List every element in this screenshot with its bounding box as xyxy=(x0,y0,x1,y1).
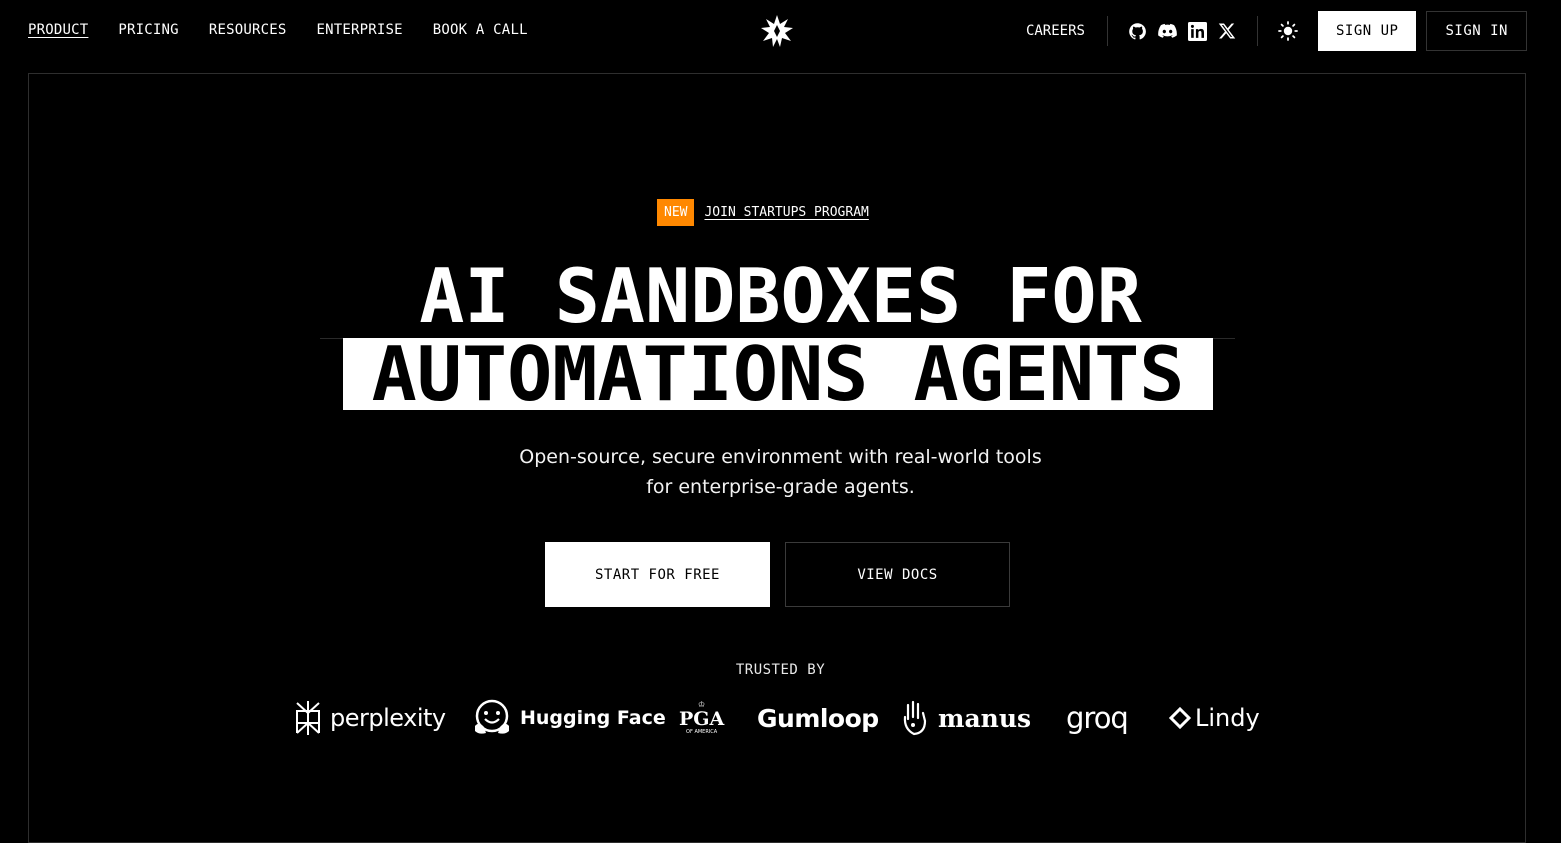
perplexity-logo: perplexity xyxy=(294,695,446,741)
lindy-diamond-icon xyxy=(1169,707,1191,729)
nav-right: CAREERS SIGN UP SIGN IN xyxy=(1026,11,1527,51)
divider xyxy=(1106,16,1108,46)
discord-icon[interactable] xyxy=(1158,22,1177,41)
customer-logos: perplexity Hugging Face ♔ PGA OF AMERICA… xyxy=(0,695,1561,741)
manus-logo: manus xyxy=(900,695,1031,741)
pga-wordmark: PGA xyxy=(679,707,725,730)
start-for-free-button[interactable]: START FOR FREE xyxy=(545,542,770,607)
subtitle-line-2: for enterprise-grade agents. xyxy=(646,476,915,498)
trusted-by-label: TRUSTED BY xyxy=(735,662,826,678)
manus-hand-icon xyxy=(903,700,927,736)
sign-up-button[interactable]: SIGN UP xyxy=(1317,11,1417,51)
headline-line-2: AUTOMATIONS AGENTS xyxy=(371,330,1185,418)
groq-wordmark: groq xyxy=(1066,701,1129,735)
nav-links: PRODUCT PRICING RESOURCES ENTERPRISE BOO… xyxy=(28,22,528,38)
new-badge: NEW xyxy=(657,199,695,226)
x-icon[interactable] xyxy=(1218,22,1237,41)
pga-logo: ♔ PGA OF AMERICA xyxy=(679,695,724,741)
lindy-logo: Lindy xyxy=(1169,695,1260,741)
brand-logo-icon[interactable] xyxy=(760,14,794,48)
divider xyxy=(1256,16,1258,46)
perplexity-icon xyxy=(296,701,320,735)
hugging-face-logo: Hugging Face xyxy=(472,695,666,741)
gumloop-logo: Gumloop xyxy=(757,695,879,741)
view-docs-button[interactable]: VIEW DOCS xyxy=(785,542,1010,607)
nav-link-enterprise[interactable]: ENTERPRISE xyxy=(316,22,402,38)
groq-logo: groq xyxy=(1066,695,1129,741)
nav-link-product[interactable]: PRODUCT xyxy=(28,22,88,38)
manus-wordmark: manus xyxy=(938,703,1032,733)
nav-link-pricing[interactable]: PRICING xyxy=(118,22,178,38)
top-nav: PRODUCT PRICING RESOURCES ENTERPRISE BOO… xyxy=(0,0,1561,62)
github-icon[interactable] xyxy=(1128,22,1147,41)
startups-program-link[interactable]: JOIN STARTUPS PROGRAM xyxy=(704,205,868,220)
hugging-face-wordmark: Hugging Face xyxy=(520,707,666,729)
sign-in-button[interactable]: SIGN IN xyxy=(1426,11,1527,51)
lindy-wordmark: Lindy xyxy=(1195,704,1260,732)
announcement-banner: NEW JOIN STARTUPS PROGRAM xyxy=(657,199,869,226)
subtitle-line-1: Open-source, secure environment with rea… xyxy=(519,446,1042,468)
sun-icon[interactable] xyxy=(1278,21,1298,41)
headline-line-1: AI SANDBOXES FOR xyxy=(419,252,1142,340)
pga-subtext: OF AMERICA xyxy=(686,728,718,735)
gumloop-wordmark: Gumloop xyxy=(757,703,879,733)
perplexity-wordmark: perplexity xyxy=(330,704,446,732)
social-links xyxy=(1128,21,1237,41)
nav-link-careers[interactable]: CAREERS xyxy=(1026,23,1085,39)
hugging-face-icon xyxy=(475,699,509,734)
nav-link-resources[interactable]: RESOURCES xyxy=(209,22,287,38)
linkedin-icon[interactable] xyxy=(1187,21,1207,41)
nav-link-book-a-call[interactable]: BOOK A CALL xyxy=(433,22,528,38)
